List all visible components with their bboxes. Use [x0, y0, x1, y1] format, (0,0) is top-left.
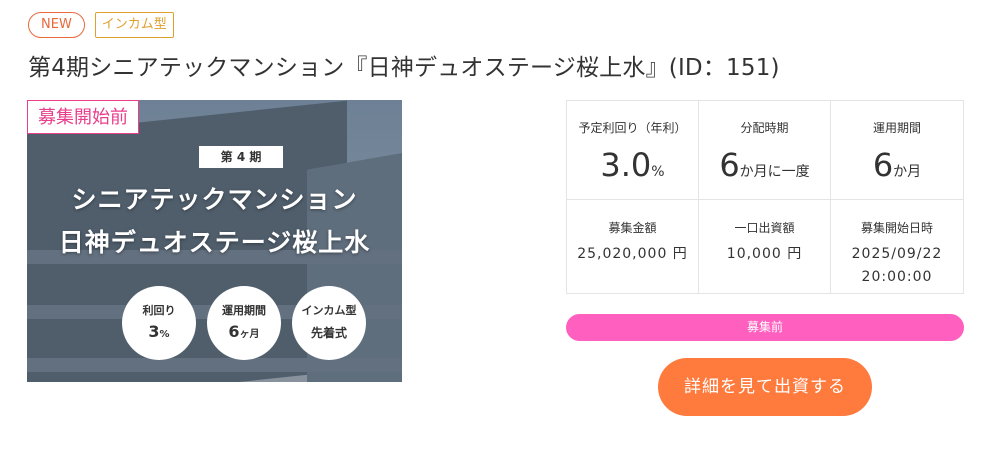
- yield-circle: 利回り 3%: [122, 286, 196, 360]
- amount-label: 募集金額: [608, 221, 657, 235]
- circle-label: インカム型: [301, 304, 357, 317]
- hero-title-line2: 日神デュオステージ桜上水: [58, 228, 371, 257]
- property-image[interactable]: 募集開始前 第 4 期 シニアテックマンション 日神デュオステージ桜上水 利回り…: [27, 100, 402, 382]
- amount-cell: 募集金額 25,020,000 円: [567, 200, 699, 293]
- circle-value: 6ヶ月: [228, 322, 260, 341]
- distribution-cell: 分配時期 6か月に一度: [699, 101, 831, 200]
- start-date-value: 2025/09/22 20:00:00: [851, 246, 943, 285]
- type-circle: インカム型 先着式: [292, 286, 366, 360]
- invest-details-button[interactable]: 詳細を見て出資する: [658, 358, 872, 416]
- yield-value: 3.0%: [600, 146, 665, 184]
- circle-label: 利回り: [142, 304, 176, 317]
- badge-group: NEW インカム型: [28, 12, 174, 38]
- circle-label: 運用期間: [222, 304, 266, 317]
- recruitment-status-bar: 募集前: [566, 314, 964, 341]
- circle-value: 3%: [148, 322, 170, 341]
- recruitment-status-tag: 募集開始前: [27, 100, 139, 134]
- unit-price-value: 10,000 円: [726, 246, 803, 262]
- hero-title-line1: シニアテックマンション: [71, 185, 358, 214]
- unit-price-cell: 一口出資額 10,000 円: [699, 200, 831, 293]
- distribution-value: 6か月に一度: [719, 146, 810, 184]
- new-badge: NEW: [28, 12, 85, 38]
- unit-price-label: 一口出資額: [734, 221, 795, 235]
- yield-label: 予定利回り（年利）: [578, 121, 687, 135]
- yield-cell: 予定利回り（年利） 3.0%: [567, 101, 699, 200]
- fund-info-grid: 予定利回り（年利） 3.0% 分配時期 6か月に一度 運用期間 6か月 募集金額…: [566, 100, 964, 294]
- term-circle: 運用期間 6ヶ月: [207, 286, 281, 360]
- distribution-label: 分配時期: [740, 121, 789, 135]
- start-date-label: 募集開始日時: [860, 221, 933, 235]
- page-title: 第4期シニアテックマンション『日神デュオステージ桜上水』(ID：151): [28, 55, 780, 81]
- term-label: 運用期間: [872, 121, 921, 135]
- start-date-cell: 募集開始日時 2025/09/22 20:00:00: [831, 200, 963, 293]
- circle-value: 先着式: [310, 326, 347, 340]
- term-value: 6か月: [872, 146, 922, 184]
- period-label: 第 4 期: [199, 146, 283, 168]
- type-badge: インカム型: [94, 12, 174, 38]
- amount-value: 25,020,000 円: [577, 246, 688, 262]
- term-cell: 運用期間 6か月: [831, 101, 963, 200]
